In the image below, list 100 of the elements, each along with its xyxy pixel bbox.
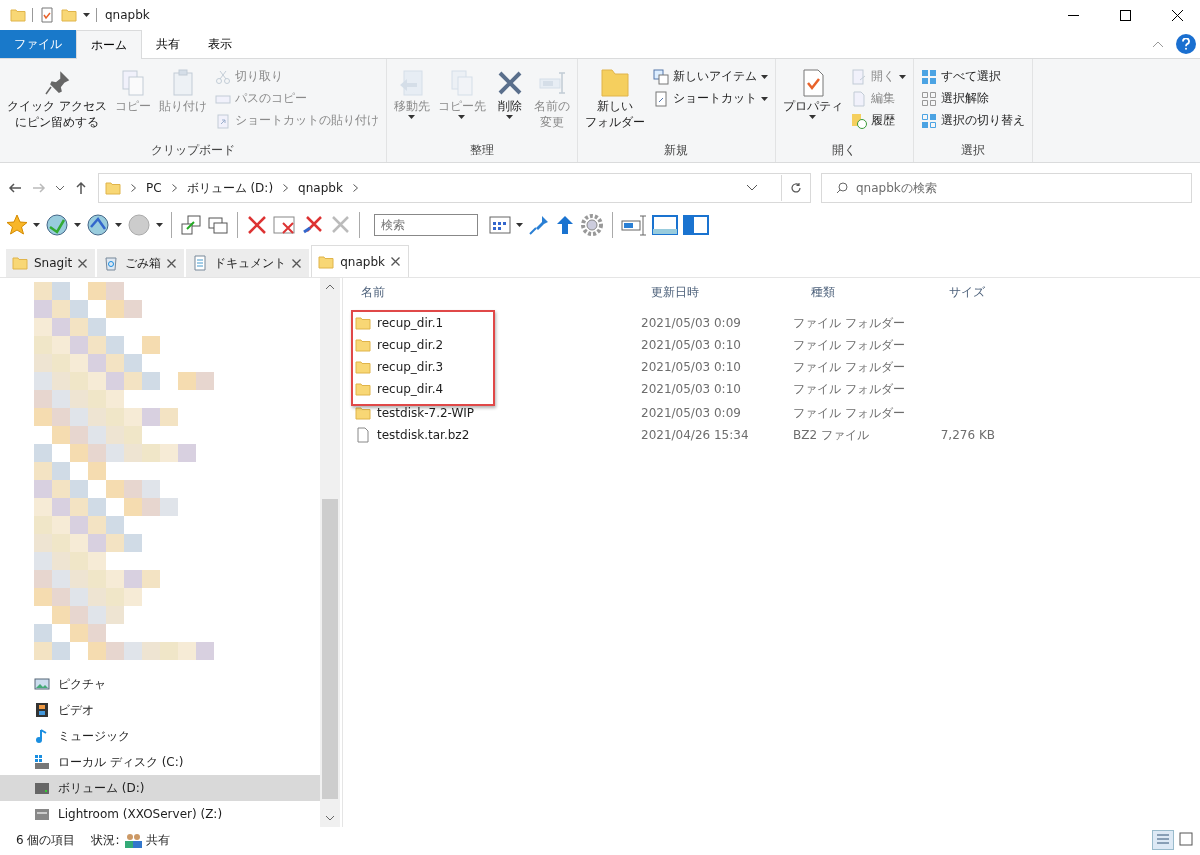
ribbon-tab[interactable]: ファイル bbox=[0, 30, 76, 58]
open-icon bbox=[850, 68, 867, 85]
caret-icon bbox=[506, 114, 514, 119]
ribbon-button[interactable]: プロパティ bbox=[779, 63, 846, 142]
folder-icon bbox=[318, 253, 335, 270]
chevron-down-icon[interactable] bbox=[56, 185, 64, 191]
ribbon-group-label: 新規 bbox=[663, 142, 690, 159]
modified-date: 2021/05/03 0:09 bbox=[640, 406, 742, 420]
star-icon[interactable] bbox=[6, 214, 28, 236]
close-icon[interactable] bbox=[391, 257, 400, 266]
ribbon-group-label: 開く bbox=[831, 142, 858, 159]
caret-icon bbox=[516, 223, 523, 227]
column-header[interactable]: 更新日時 bbox=[643, 278, 803, 306]
refresh-icon[interactable] bbox=[790, 182, 802, 194]
globe-icon[interactable] bbox=[45, 213, 69, 237]
folder-icon bbox=[12, 255, 28, 271]
caret-icon bbox=[898, 74, 906, 79]
ribbon-button[interactable]: ショートカット bbox=[649, 89, 771, 108]
window-arrow-icon[interactable] bbox=[180, 214, 202, 236]
ribbon-button[interactable]: 選択の切り替え bbox=[917, 111, 1028, 130]
column-header[interactable]: 種類 bbox=[803, 278, 941, 306]
close-icon[interactable] bbox=[292, 258, 302, 268]
panel-icon[interactable] bbox=[683, 215, 709, 235]
file-type: ファイル フォルダー bbox=[792, 404, 906, 422]
rename-icon[interactable] bbox=[621, 214, 647, 236]
sidebar-item[interactable]: Lightroom (XXOServer) (Z:) bbox=[0, 801, 320, 827]
settings-icon[interactable] bbox=[580, 213, 604, 237]
properties-icon[interactable] bbox=[39, 7, 55, 23]
view-icon[interactable] bbox=[489, 216, 511, 234]
file-name[interactable]: testdisk.tar.bz2 bbox=[377, 428, 470, 442]
select-none-icon bbox=[920, 90, 937, 107]
search-field[interactable]: 検索 bbox=[374, 214, 478, 236]
people-icon bbox=[123, 832, 142, 848]
breadcrumb[interactable]: qnapbk bbox=[298, 181, 343, 195]
panel-icon[interactable] bbox=[652, 215, 678, 235]
back-icon[interactable] bbox=[8, 181, 22, 195]
column-header[interactable]: 名前 bbox=[343, 278, 643, 306]
file-type: ファイル フォルダー bbox=[792, 314, 906, 332]
tab[interactable]: qnapbk bbox=[311, 245, 409, 277]
scroll-up-icon[interactable] bbox=[326, 284, 334, 289]
scrollbar[interactable] bbox=[320, 278, 340, 827]
sidebar-item[interactable]: ピクチャ bbox=[0, 671, 320, 697]
scroll-down-icon[interactable] bbox=[326, 816, 334, 821]
windows-icon[interactable] bbox=[207, 214, 229, 236]
close-icon[interactable] bbox=[167, 258, 177, 268]
file-size: 7,276 KB bbox=[939, 428, 995, 442]
ribbon-button[interactable]: 履歴 bbox=[847, 111, 909, 130]
close-icon[interactable] bbox=[1171, 9, 1183, 21]
sidebar-item[interactable]: ビデオ bbox=[0, 697, 320, 723]
search-icon bbox=[836, 182, 848, 194]
globe-icon[interactable] bbox=[86, 213, 110, 237]
column-header[interactable]: サイズ bbox=[941, 278, 1029, 306]
up-icon[interactable] bbox=[74, 181, 88, 195]
sidebar-item[interactable]: ローカル ディスク (C:) bbox=[0, 749, 320, 775]
ribbon-tab[interactable]: 表示 bbox=[194, 30, 246, 58]
folder-icon bbox=[355, 337, 371, 353]
tab[interactable]: Snagit bbox=[6, 249, 96, 277]
file-type: ファイル フォルダー bbox=[792, 358, 906, 376]
document-icon bbox=[192, 255, 209, 271]
breadcrumb[interactable]: ボリューム (D:) bbox=[186, 179, 274, 197]
ribbon-tab[interactable]: 共有 bbox=[142, 30, 194, 58]
breadcrumb[interactable]: PC bbox=[146, 181, 162, 195]
help-icon[interactable] bbox=[1176, 34, 1196, 54]
search-field[interactable]: qnapbkの検索 bbox=[821, 173, 1192, 203]
sidebar-item[interactable]: ミュージック bbox=[0, 723, 320, 749]
file-name[interactable]: recup_dir.2 bbox=[377, 338, 444, 352]
file-name[interactable]: testdisk-7.2-WIP bbox=[377, 406, 475, 420]
invert-selection-icon bbox=[920, 112, 937, 129]
new-folder-icon bbox=[61, 7, 77, 23]
chevron-down-icon[interactable] bbox=[747, 185, 757, 191]
up-arrow-icon[interactable] bbox=[555, 214, 575, 236]
tab[interactable]: ごみ箱 bbox=[97, 249, 185, 277]
ribbon-tab[interactable]: ホーム bbox=[76, 30, 142, 59]
ribbon-button[interactable]: すべて選択 bbox=[917, 67, 1028, 86]
close-icon[interactable] bbox=[78, 258, 88, 268]
film-icon bbox=[34, 702, 50, 718]
collapse-ribbon-icon[interactable] bbox=[1152, 40, 1164, 48]
file-name[interactable]: recup_dir.1 bbox=[377, 316, 444, 330]
file-name[interactable]: recup_dir.4 bbox=[377, 382, 444, 396]
sidebar-item[interactable]: ボリューム (D:) bbox=[0, 775, 320, 801]
ribbon-button[interactable]: 削除 bbox=[490, 63, 529, 142]
file-name[interactable]: recup_dir.3 bbox=[377, 360, 444, 374]
caret-icon bbox=[33, 223, 40, 227]
picture-icon bbox=[34, 676, 50, 692]
maximize-icon[interactable] bbox=[1119, 9, 1131, 21]
ribbon-group-label: 選択 bbox=[959, 142, 986, 159]
new-item-icon bbox=[652, 68, 669, 85]
minimize-icon[interactable] bbox=[1067, 14, 1079, 16]
ribbon-button[interactable]: 選択解除 bbox=[917, 89, 1028, 108]
caret-icon bbox=[760, 74, 768, 79]
tab[interactable]: ドキュメント bbox=[186, 249, 310, 277]
chevron-right-icon bbox=[352, 184, 358, 192]
ribbon-button[interactable]: 新しいアイテム bbox=[649, 67, 771, 86]
address-bar[interactable]: PC ボリューム (D:) qnapbk bbox=[98, 173, 811, 203]
close-window-icon[interactable] bbox=[273, 214, 297, 236]
chevron-right-icon bbox=[171, 184, 177, 192]
ribbon-button[interactable]: クイック アクセス にピン留めする bbox=[4, 63, 110, 142]
ribbon-button[interactable]: 新しい フォルダー bbox=[581, 63, 648, 142]
modified-date: 2021/05/03 0:09 bbox=[640, 316, 742, 330]
pin-icon[interactable] bbox=[528, 214, 550, 236]
